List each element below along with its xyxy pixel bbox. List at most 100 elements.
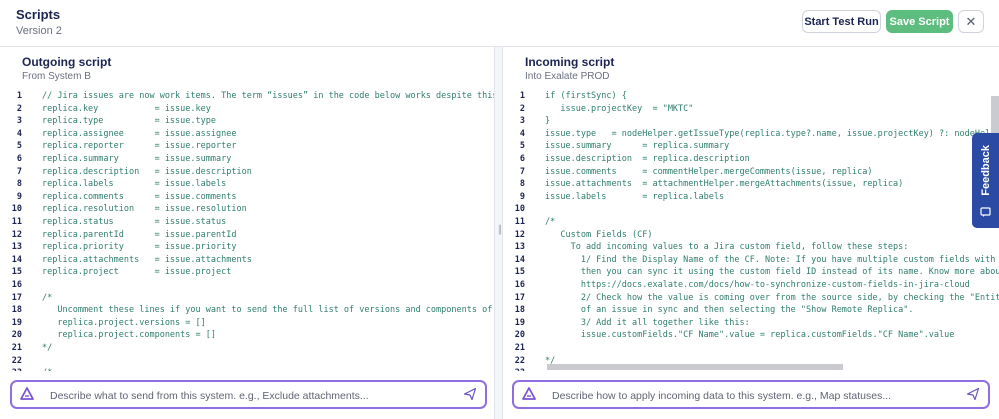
code-line: 5 replica.reporter = issue.reporter: [0, 140, 494, 153]
code-text: issue.labels = replica.labels: [545, 191, 725, 202]
feedback-tab[interactable]: Feedback: [972, 133, 999, 228]
line-number: 14: [514, 254, 525, 265]
incoming-prompt-input[interactable]: [550, 386, 934, 405]
code-line: 1 if (firstSync) {: [503, 90, 999, 103]
version-label: Version 2: [16, 25, 62, 37]
outgoing-script-title: Outgoing script: [22, 55, 112, 69]
code-line: 10: [503, 203, 999, 216]
close-button[interactable]: ✕: [958, 10, 984, 33]
code-text: issue.comments = commentHelper.mergeComm…: [545, 166, 873, 177]
line-number: 3: [519, 116, 525, 127]
line-number: 11: [514, 217, 525, 227]
line-number: 12: [11, 229, 22, 240]
code-line: 14 replica.attachments = issue.attachment…: [0, 254, 494, 267]
code-text: // Jira issues are now work items. The t…: [42, 91, 494, 101]
code-text: 3/ Add it all together like this:: [545, 317, 750, 328]
incoming-script-target: Into Exalate PROD: [525, 71, 610, 82]
line-number: 19: [11, 317, 22, 328]
code-text: issue.summary = replica.summary: [545, 141, 730, 152]
code-text: Uncomment these lines if you want to sen…: [57, 305, 493, 316]
close-icon: ✕: [965, 13, 977, 29]
incoming-horizontal-scrollbar[interactable]: [547, 364, 843, 370]
code-text: issue.customFields."CF Name".value = rep…: [545, 330, 955, 341]
code-line: 4 replica.assignee = issue.assignee: [0, 128, 494, 141]
line-number: 12: [514, 229, 525, 240]
code-line: 10 replica.resolution = issue.resolution: [0, 203, 494, 216]
line-number: 18: [11, 305, 22, 316]
line-number: 16: [11, 280, 22, 290]
code-line: 5 issue.summary = replica.summary: [503, 140, 999, 153]
line-number: 15: [514, 267, 525, 278]
line-number: 7: [16, 166, 22, 177]
code-text: issue.type = nodeHelper.getIssueType(rep…: [545, 128, 999, 139]
incoming-vertical-scrollbar[interactable]: [991, 96, 999, 136]
exalate-logo-icon: [20, 387, 34, 400]
code-text: issue.projectKey = "MKTC": [545, 103, 694, 114]
code-line: 21: [503, 342, 999, 355]
code-text: https://docs.exalate.com/docs/how-to-syn…: [545, 280, 970, 290]
code-text: issue.attachments = attachmentHelper.mer…: [545, 179, 904, 190]
feedback-icon: [980, 207, 991, 217]
code-text: replica.project = issue.project: [42, 267, 232, 278]
code-text: of an issue in sync and then selecting t…: [545, 305, 914, 316]
outgoing-prompt-input[interactable]: [48, 386, 432, 405]
code-text: */: [42, 343, 53, 353]
code-line: 18 of an issue in sync and then selectin…: [503, 304, 999, 317]
line-number: 11: [11, 217, 22, 227]
code-line: 13 replica.priority = issue.priority: [0, 241, 494, 254]
line-number: 9: [519, 191, 525, 202]
start-test-run-button[interactable]: Start Test Run: [802, 10, 881, 33]
code-text: /*: [42, 292, 53, 303]
line-number: 20: [514, 330, 525, 341]
line-number: 17: [11, 292, 22, 303]
send-icon[interactable]: [463, 387, 477, 401]
exalate-logo-icon: [522, 387, 536, 400]
line-number: 20: [11, 330, 22, 341]
line-number: 4: [519, 128, 525, 139]
code-line: 3}: [503, 115, 999, 128]
line-number: 1: [519, 91, 525, 101]
code-text: then you can sync it using the custom fi…: [580, 267, 999, 278]
code-text: To add incoming values to a Jira custom …: [545, 242, 909, 253]
feedback-label: Feedback: [980, 145, 992, 196]
line-number: 15: [11, 267, 22, 278]
line-number: 1: [16, 91, 22, 101]
code-text: replica.reporter = issue.reporter: [42, 141, 237, 152]
code-line: 8 replica.labels = issue.labels: [0, 178, 494, 191]
pane-resize-handle[interactable]: ║: [494, 47, 503, 419]
code-line: 22: [0, 355, 494, 368]
code-line: 6 replica.summary = issue.summary: [0, 153, 494, 166]
send-icon[interactable]: [966, 387, 980, 401]
line-number: 6: [16, 154, 22, 164]
code-line: 11 replica.status = issue.status: [0, 216, 494, 229]
code-text: replica.key = issue.key: [42, 103, 211, 114]
code-text: replica.project.components = []: [42, 330, 216, 341]
code-line: 11 /*: [503, 216, 999, 229]
outgoing-code-editor[interactable]: 1 // Jira issues are now work items. The …: [0, 90, 494, 415]
code-line: 9 replica.comments = issue.comments: [0, 191, 494, 204]
outgoing-script-source: From System B: [22, 71, 91, 82]
code-line: 18 Uncomment these lines if you want to …: [0, 304, 494, 317]
code-line: 15 then you can sync it using the custom…: [503, 266, 999, 279]
code-line: 20 replica.project.components = []: [0, 329, 494, 342]
code-line: 19 3/ Add it all together like this:: [503, 317, 999, 330]
line-number: 2: [16, 103, 22, 114]
code-line: 7 replica.description = issue.description: [0, 166, 494, 179]
code-text: replica.description = issue.description: [42, 166, 252, 177]
line-number: 22: [11, 355, 22, 366]
line-number: 21: [514, 343, 525, 353]
drag-handle-icon: ║: [497, 225, 503, 234]
code-line: 9 issue.labels = replica.labels: [503, 191, 999, 204]
code-line: 17 2/ Check how the value is coming over…: [503, 292, 999, 305]
line-number: 4: [16, 128, 22, 139]
code-text: Custom Fields (CF): [545, 229, 653, 240]
code-line: 2 replica.key = issue.key: [0, 103, 494, 116]
code-text: 2/ Check how the value is coming over fr…: [580, 292, 999, 303]
outgoing-script-pane: Outgoing script From System B 1 // Jira i…: [0, 47, 494, 419]
code-line: 2 issue.projectKey = "MKTC": [503, 103, 999, 116]
incoming-ai-prompt: [512, 380, 990, 409]
code-text: replica.status = issue.status: [42, 217, 227, 227]
code-line: 7 issue.comments = commentHelper.mergeCom…: [503, 166, 999, 179]
save-script-button[interactable]: Save Script: [886, 10, 953, 33]
code-line: 4 issue.type = nodeHelper.getIssueType(re…: [503, 128, 999, 141]
